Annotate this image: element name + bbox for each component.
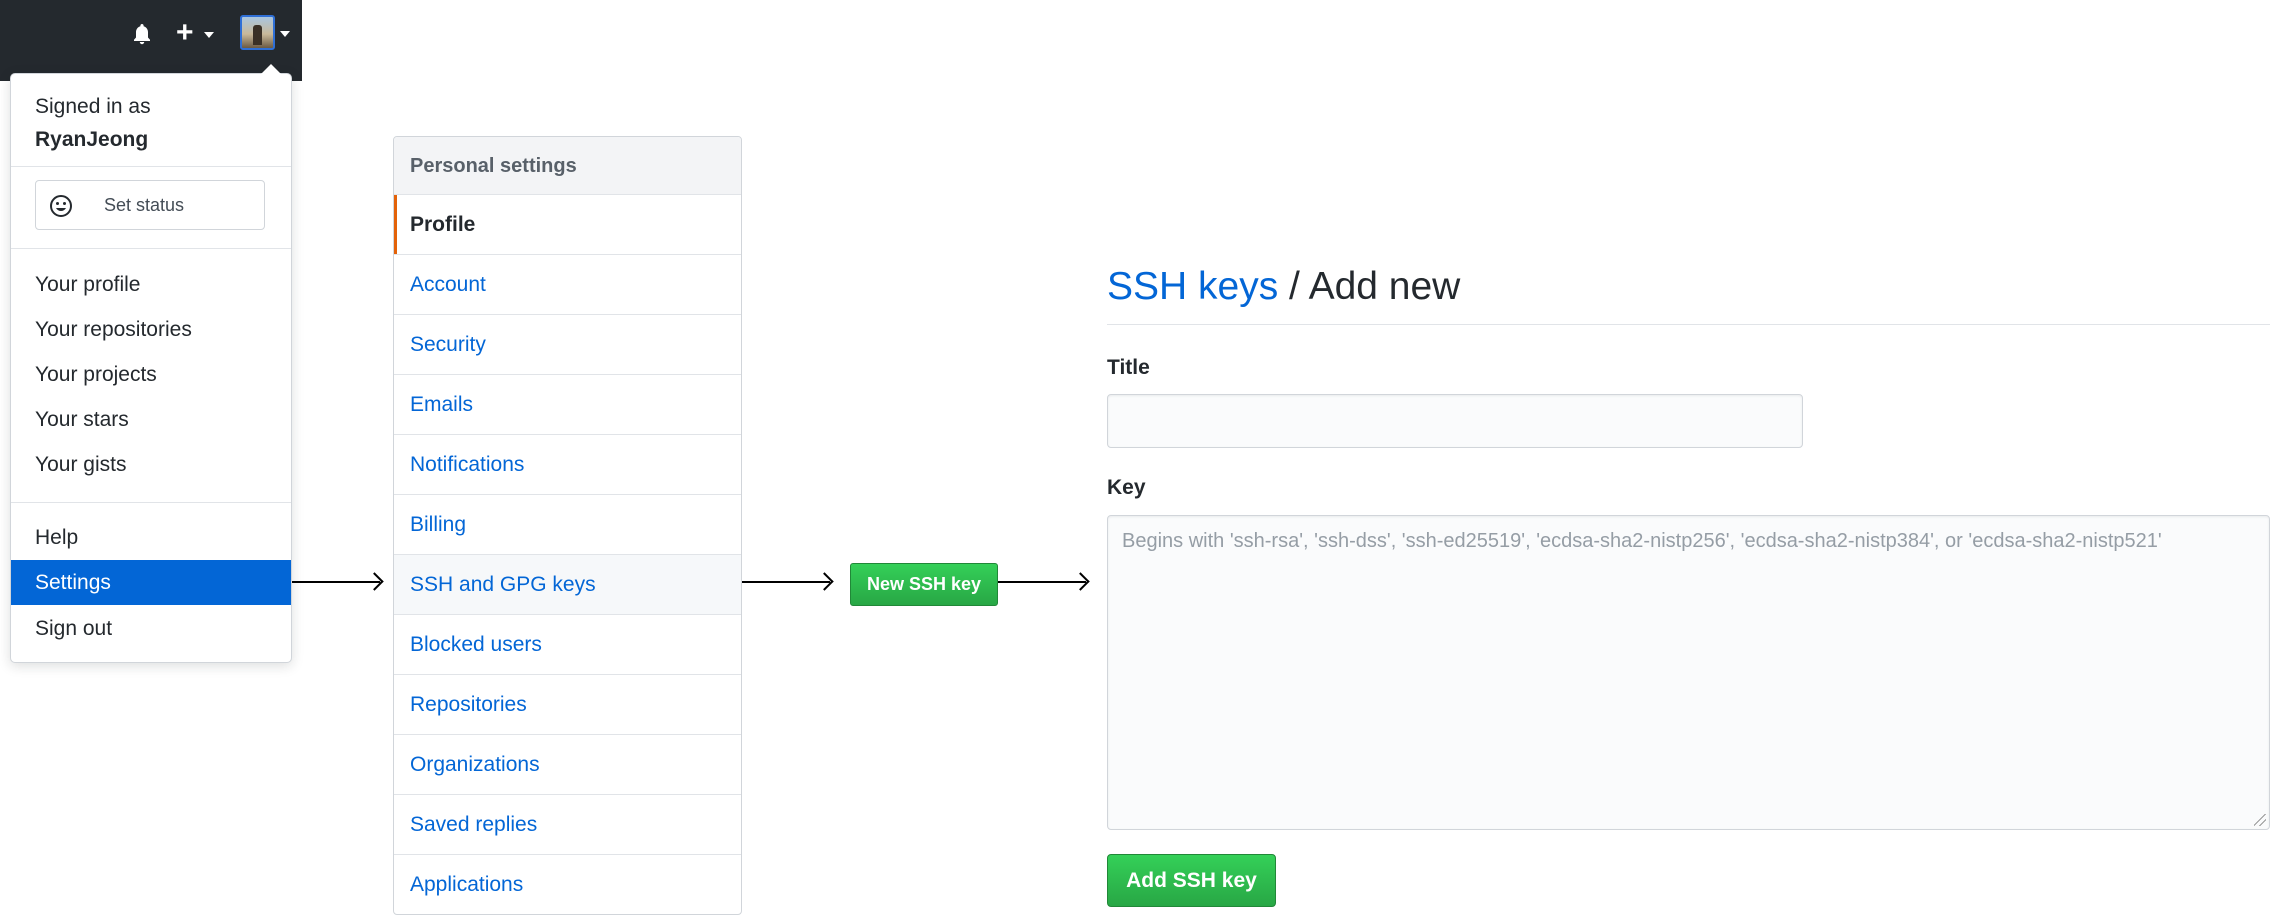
menu-item-your-repositories[interactable]: Your repositories <box>11 307 291 352</box>
settings-sidebar-header: Personal settings <box>394 137 741 195</box>
plus-icon: + <box>176 16 194 49</box>
title-label: Title <box>1107 356 1150 379</box>
menu-item-your-gists[interactable]: Your gists <box>11 442 291 487</box>
breadcrumb-separator: / <box>1278 265 1309 308</box>
add-ssh-key-button[interactable]: Add SSH key <box>1107 854 1276 907</box>
header-bar: + <box>0 0 302 81</box>
settings-item-repositories[interactable]: Repositories <box>394 675 741 735</box>
settings-item-ssh-gpg-keys[interactable]: SSH and GPG keys <box>394 555 741 615</box>
page-title-text: Add new <box>1308 265 1461 308</box>
divider <box>11 166 291 167</box>
settings-item-notifications[interactable]: Notifications <box>394 435 741 495</box>
settings-item-applications[interactable]: Applications <box>394 855 741 914</box>
set-status-label: Set status <box>104 195 185 215</box>
settings-item-saved-replies[interactable]: Saved replies <box>394 795 741 855</box>
title-input[interactable] <box>1107 394 1803 448</box>
menu-item-your-projects[interactable]: Your projects <box>11 352 291 397</box>
chevron-down-icon <box>204 32 214 38</box>
divider <box>11 248 291 249</box>
settings-sidebar: Personal settings Profile Account Securi… <box>393 136 742 915</box>
settings-item-account[interactable]: Account <box>394 255 741 315</box>
bell-icon[interactable] <box>130 22 154 46</box>
divider <box>11 502 291 503</box>
menu-item-your-stars[interactable]: Your stars <box>11 397 291 442</box>
menu-item-sign-out[interactable]: Sign out <box>11 606 291 651</box>
signed-in-info: Signed in as RyanJeong <box>35 90 151 156</box>
breadcrumb-ssh-keys[interactable]: SSH keys <box>1107 265 1278 308</box>
settings-item-profile[interactable]: Profile <box>394 195 741 255</box>
resize-handle-icon[interactable] <box>2254 814 2266 826</box>
key-textarea[interactable]: Begins with 'ssh-rsa', 'ssh-dss', 'ssh-e… <box>1107 515 2270 830</box>
arrow-to-settings-nav <box>292 581 380 583</box>
avatar[interactable] <box>240 15 275 50</box>
key-label: Key <box>1107 476 1146 499</box>
username: RyanJeong <box>35 128 149 151</box>
menu-item-your-profile[interactable]: Your profile <box>11 262 291 307</box>
key-placeholder: Begins with 'ssh-rsa', 'ssh-dss', 'ssh-e… <box>1122 530 2162 552</box>
settings-item-billing[interactable]: Billing <box>394 495 741 555</box>
settings-item-organizations[interactable]: Organizations <box>394 735 741 795</box>
create-new-menu[interactable]: + <box>176 18 220 48</box>
settings-item-emails[interactable]: Emails <box>394 375 741 435</box>
set-status-button[interactable]: Set status <box>35 180 265 230</box>
page-title: SSH keys / Add new <box>1107 262 1460 312</box>
divider <box>1107 324 2270 325</box>
menu-item-settings[interactable]: Settings <box>11 560 291 605</box>
chevron-down-icon[interactable] <box>280 31 290 37</box>
settings-item-security[interactable]: Security <box>394 315 741 375</box>
account-dropdown: Signed in as RyanJeong Set status Your p… <box>10 64 292 663</box>
menu-item-help[interactable]: Help <box>11 515 291 560</box>
signed-in-label: Signed in as <box>35 95 151 118</box>
arrow-to-new-ssh-key <box>742 581 830 583</box>
arrow-to-ssh-form <box>998 581 1086 583</box>
smiley-icon <box>50 195 72 217</box>
new-ssh-key-button[interactable]: New SSH key <box>850 563 998 606</box>
settings-item-blocked-users[interactable]: Blocked users <box>394 615 741 675</box>
